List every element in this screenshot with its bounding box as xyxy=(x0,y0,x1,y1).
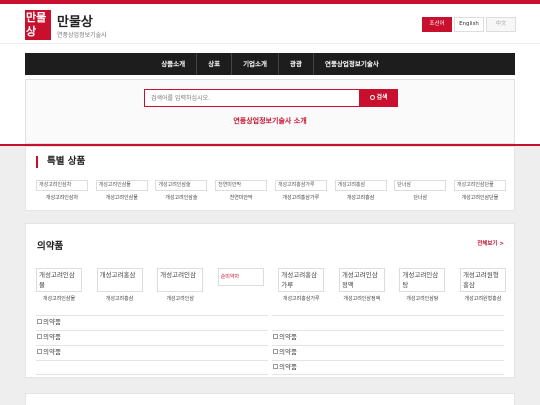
medicine-card[interactable]: 개성고려인삼물 개성고려인삼물 xyxy=(36,268,82,302)
broken-image-icon xyxy=(273,334,278,339)
product-card[interactable]: 천연미안막 천연미안막 xyxy=(215,180,268,201)
special-products-panel: 특별 상품 개성고려인삼차 개성고려인삼차 개성고려인삼물 개성고려인삼물 개성고려… xyxy=(25,146,515,211)
medicine-list-right: 의약품 의약품 의약품 xyxy=(272,315,504,375)
product-caption[interactable]: 단너삼 xyxy=(394,194,446,201)
medicine-image[interactable]: 개성고려인삼 xyxy=(157,268,204,292)
medicine-image[interactable]: 개성고려인삼물 xyxy=(36,268,82,292)
medicine-card[interactable]: 개성고려인삼정액 개성고려인삼정액 xyxy=(338,268,385,302)
search-button-label: 검색 xyxy=(376,94,388,101)
list-item-label[interactable]: 의약품 xyxy=(43,318,61,326)
search-area: 검색 연풍상업정보기술사 소개 xyxy=(25,79,515,144)
list-item[interactable]: 의약품 xyxy=(36,315,268,330)
medicine-image[interactable]: 개성고려원형홍삼 xyxy=(459,268,506,292)
product-card[interactable]: 개성고려인삼물 개성고려인삼물 xyxy=(95,180,148,201)
product-image[interactable]: 개성고려홍삼가루 xyxy=(274,180,327,191)
company-intro-link[interactable]: 연풍상업정보기술사 소개 xyxy=(26,116,514,126)
product-image[interactable]: 개성고려인삼술 xyxy=(155,180,208,191)
list-item-label[interactable]: 의약품 xyxy=(279,333,297,341)
medicine-caption[interactable]: 개성고려원형홍삼 xyxy=(460,295,506,302)
product-caption[interactable]: 개성고려인삼단물 xyxy=(454,194,506,201)
medicine-card[interactable]: 개성고려인삼 개성고려인삼 xyxy=(157,268,204,302)
lang-english-button[interactable]: English xyxy=(454,17,484,32)
medicine-title: 의약품 xyxy=(37,241,64,252)
site-header: 만물상 만물상 연풍상업정보기술사 조선어 English 中文 상품소개 상표… xyxy=(0,4,540,146)
search-icon xyxy=(370,94,376,100)
product-caption[interactable]: 개성고려인삼술 xyxy=(155,194,207,201)
search-input[interactable] xyxy=(144,89,360,107)
medicine-card[interactable]: 개성고려홍삼가루 개성고려홍삼가루 xyxy=(278,268,325,302)
language-switcher: 조선어 English 中文 xyxy=(420,17,516,32)
next-section-panel xyxy=(25,393,515,405)
list-item[interactable]: 의약품 xyxy=(272,330,504,345)
product-caption[interactable]: 천연미안막 xyxy=(215,194,267,201)
lang-chinese-button[interactable]: 中文 xyxy=(486,17,516,32)
nav-item-ads[interactable]: 광광 xyxy=(278,53,313,75)
product-image[interactable]: 개성고려인삼물 xyxy=(95,180,148,191)
medicine-panel: 의약품 전체보기 > 개성고려인삼물 개성고려인삼물 개성고려홍삼 개성고려홍삼 개… xyxy=(25,223,515,378)
medicine-image[interactable]: 개성고려인삼탕 xyxy=(399,268,446,292)
list-item[interactable]: 의약품 xyxy=(272,345,504,360)
broken-image-icon xyxy=(37,334,42,339)
medicine-products-list: 개성고려인삼물 개성고려인삼물 개성고려홍삼 개성고려홍삼 개성고려인삼 개성고려인삼… xyxy=(36,268,506,302)
nav-item-products[interactable]: 상품소개 xyxy=(150,53,196,75)
medicine-image[interactable]: 순미약차 xyxy=(217,268,264,286)
product-card[interactable]: 개성고려인삼술 개성고려인삼술 xyxy=(155,180,208,201)
special-products-title: 특별 상품 xyxy=(36,156,85,168)
product-caption[interactable]: 개성고려홍삼 xyxy=(335,194,387,201)
broken-image-icon xyxy=(273,349,278,354)
broken-image-icon xyxy=(273,364,278,369)
list-item-label[interactable]: 의약품 xyxy=(279,363,297,371)
medicine-card[interactable]: 순미약차 xyxy=(217,268,264,302)
main-nav: 상품소개 상표 기업소개 광광 연풍상업정보기술사 xyxy=(25,53,515,75)
view-all-link[interactable]: 전체보기 > xyxy=(477,239,504,247)
list-item-label[interactable]: 의약품 xyxy=(43,348,61,356)
search-button[interactable]: 검색 xyxy=(360,89,398,107)
medicine-caption[interactable]: 개성고려홍삼가루 xyxy=(278,295,324,302)
medicine-list-left: 의약품 의약품 의약품 xyxy=(36,315,268,375)
site-subtitle: 연풍상업정보기술사 xyxy=(57,32,107,39)
list-item-label[interactable]: 의약품 xyxy=(279,348,297,356)
list-item-label[interactable]: 의약품 xyxy=(43,333,61,341)
nav-item-about[interactable]: 연풍상업정보기술사 xyxy=(312,53,390,75)
list-item[interactable]: 의약품 xyxy=(36,330,268,345)
special-products-list: 개성고려인삼차 개성고려인삼차 개성고려인삼물 개성고려인삼물 개성고려인삼술 개성고… xyxy=(36,180,506,201)
product-card[interactable]: 개성고려인삼차 개성고려인삼차 xyxy=(36,180,88,201)
product-image[interactable]: 천연미안막 xyxy=(215,180,268,191)
medicine-caption[interactable]: 개성고려인삼탕 xyxy=(399,295,445,302)
product-image[interactable]: 개성고려인삼단물 xyxy=(453,180,506,191)
product-image[interactable]: 단너삼 xyxy=(394,180,447,191)
list-item[interactable]: 의약품 xyxy=(36,345,268,360)
nav-item-brands[interactable]: 상표 xyxy=(196,53,231,75)
product-caption[interactable]: 개성고려인삼차 xyxy=(36,194,88,201)
product-card[interactable]: 개성고려인삼단물 개성고려인삼단물 xyxy=(453,180,506,201)
logo[interactable]: 만물상 xyxy=(25,10,51,40)
product-card[interactable]: 개성고려홍삼 개성고려홍삼 xyxy=(334,180,387,201)
product-card[interactable]: 단너삼 단너삼 xyxy=(394,180,447,201)
nav-item-companies[interactable]: 기업소개 xyxy=(231,53,278,75)
medicine-image[interactable]: 개성고려홍삼가루 xyxy=(278,268,325,292)
broken-image-icon xyxy=(37,319,42,324)
product-caption[interactable]: 개성고려인삼물 xyxy=(96,194,148,201)
medicine-caption[interactable]: 개성고려인삼정액 xyxy=(339,295,385,302)
medicine-caption[interactable]: 개성고려홍삼 xyxy=(97,295,143,302)
broken-image-icon xyxy=(37,349,42,354)
product-caption[interactable]: 개성고려홍삼가루 xyxy=(275,194,327,201)
product-image[interactable]: 개성고려홍삼 xyxy=(334,180,387,191)
header-divider xyxy=(0,43,540,44)
medicine-caption[interactable]: 개성고려인삼물 xyxy=(36,295,82,302)
medicine-image[interactable]: 개성고려인삼정액 xyxy=(338,268,385,292)
product-card[interactable]: 개성고려홍삼가루 개성고려홍삼가루 xyxy=(274,180,327,201)
medicine-card[interactable]: 개성고려홍삼 개성고려홍삼 xyxy=(96,268,143,302)
product-image[interactable]: 개성고려인삼차 xyxy=(36,180,88,191)
medicine-card[interactable]: 개성고려인삼탕 개성고려인삼탕 xyxy=(399,268,446,302)
medicine-caption[interactable]: 개성고려인삼 xyxy=(157,295,203,302)
site-name[interactable]: 만물상 xyxy=(57,11,93,30)
medicine-image[interactable]: 개성고려홍삼 xyxy=(96,268,143,292)
medicine-card[interactable]: 개성고려원형홍삼 개성고려원형홍삼 xyxy=(459,268,506,302)
lang-korean-button[interactable]: 조선어 xyxy=(422,17,452,32)
list-item[interactable] xyxy=(272,315,504,330)
list-item[interactable] xyxy=(36,360,268,375)
list-item[interactable]: 의약품 xyxy=(272,360,504,375)
